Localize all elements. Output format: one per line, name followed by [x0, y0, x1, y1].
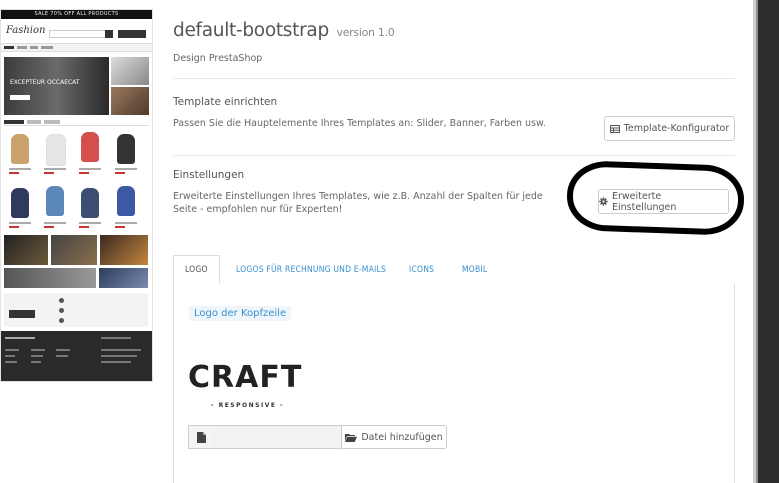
logo-tabs: LOGO LOGOS FÜR RECHNUNG UND E-MAILS ICON…: [173, 255, 735, 286]
template-configurator-label: Template-Konfigurator: [623, 123, 730, 134]
header-logo-label: Logo der Kopfzeile: [189, 306, 292, 321]
thumb-promo-bar: SALE 70% OFF ALL PRODUCTS: [1, 10, 152, 19]
right-window-edge: [753, 0, 779, 483]
theme-title: default-bootstrap version 1.0: [173, 20, 395, 41]
theme-preview-thumbnail: SALE 70% OFF ALL PRODUCTS Fashion EXCEPT…: [0, 9, 153, 382]
file-icon-addon: [188, 425, 214, 449]
template-section-heading: Template einrichten: [173, 96, 278, 108]
settings-section-heading: Einstellungen: [173, 169, 245, 181]
divider: [173, 78, 735, 79]
thumb-hero-text: EXCEPTEUR OCCAECAT: [10, 79, 80, 86]
file-name-input[interactable]: [213, 425, 342, 449]
logo-preview-text: CRAFT: [188, 360, 303, 395]
add-file-button[interactable]: Datei hinzufügen: [341, 425, 447, 449]
thumb-logo: Fashion: [6, 25, 46, 36]
thumb-cart: [118, 30, 146, 38]
settings-section-description: Erweiterte Einstellungen Ihres Templates…: [173, 191, 543, 215]
tab-mobile[interactable]: MOBIL: [462, 255, 487, 285]
thumb-header: Fashion: [1, 19, 152, 43]
theme-name: default-bootstrap: [173, 20, 329, 41]
divider: [173, 155, 735, 156]
thumb-hero-banner: EXCEPTEUR OCCAECAT: [4, 57, 149, 115]
thumb-tabs: [4, 120, 149, 126]
thumb-search-button: [105, 30, 113, 38]
template-configurator-button[interactable]: Template-Konfigurator: [604, 116, 735, 141]
thumb-footer: [1, 331, 152, 381]
folder-open-icon: [345, 433, 358, 442]
logo-preview-subtext: - RESPONSIVE -: [211, 402, 285, 409]
file-icon: [196, 431, 206, 443]
tab-invoice-email-logos[interactable]: LOGOS FÜR RECHNUNG UND E-MAILS: [236, 255, 386, 285]
thumb-nav: [1, 43, 152, 52]
template-section-description: Passen Sie die Hauptelemente Ihres Templ…: [173, 118, 546, 129]
table-icon: [609, 124, 620, 133]
tab-icons[interactable]: ICONS: [409, 255, 434, 285]
tab-logo[interactable]: LOGO: [173, 255, 220, 285]
thumb-search: [49, 30, 107, 38]
theme-designer: Design PrestaShop: [173, 53, 263, 64]
add-file-label: Datei hinzufügen: [361, 431, 443, 443]
theme-version: version 1.0: [336, 26, 395, 39]
hand-drawn-annotation-circle: [565, 159, 746, 237]
